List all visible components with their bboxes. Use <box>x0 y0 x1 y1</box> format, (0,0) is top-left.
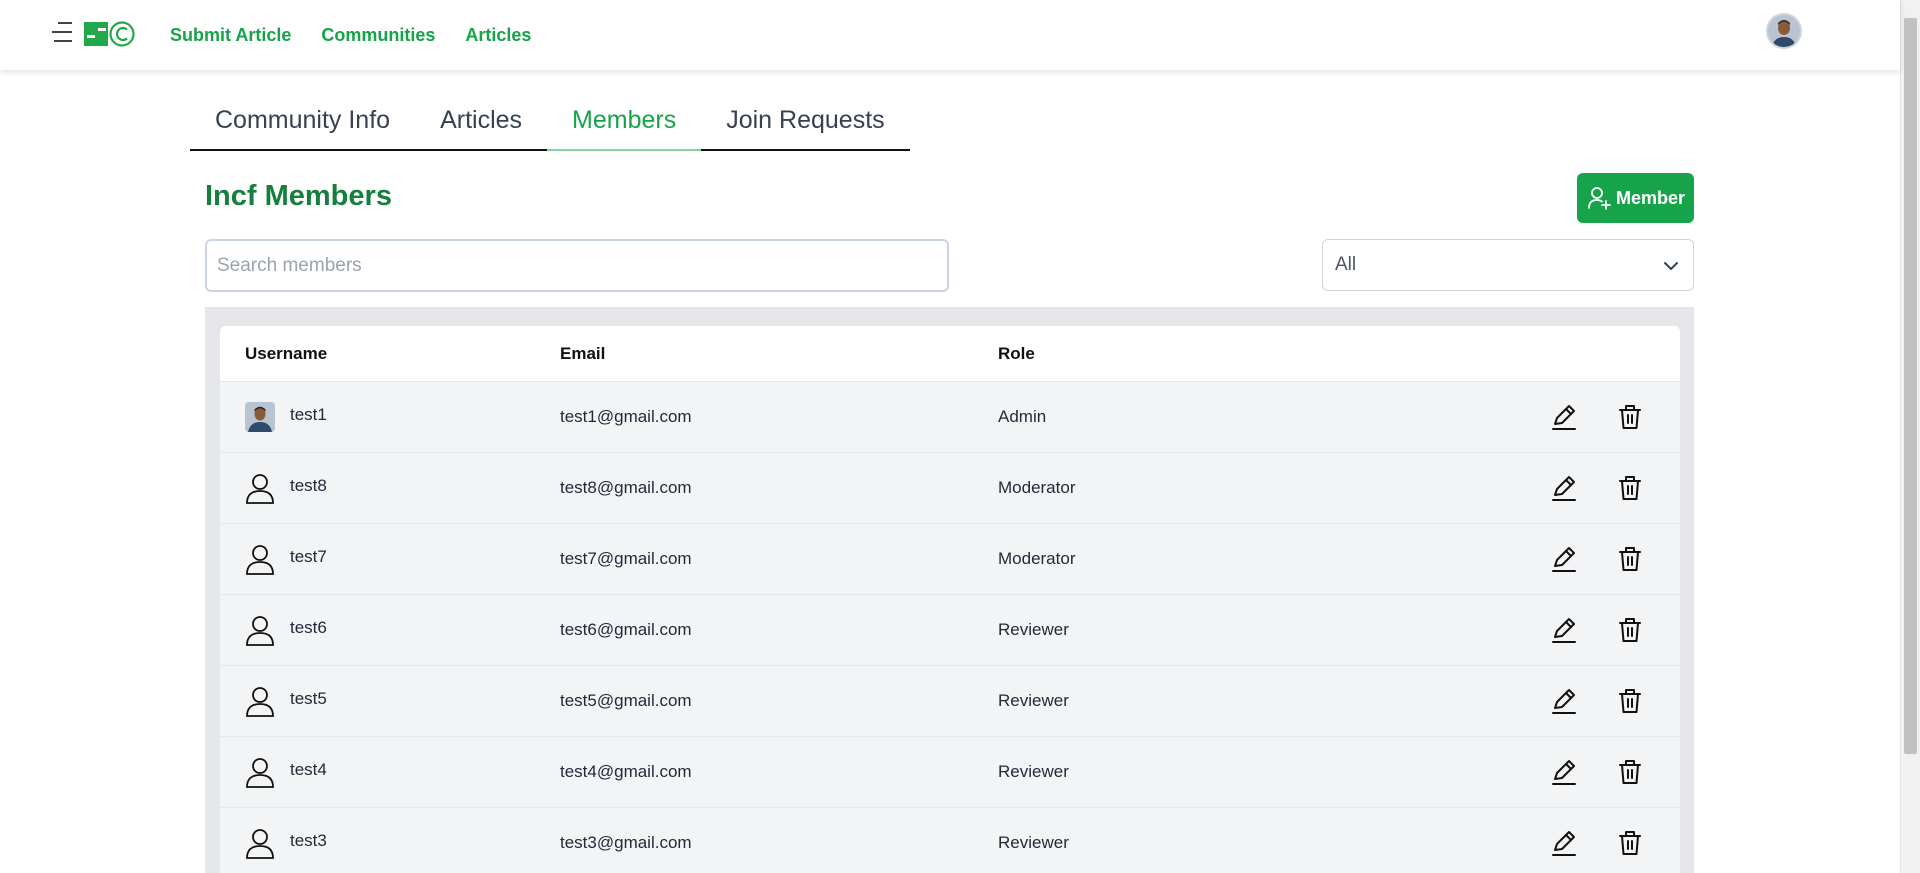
member-role: Moderator <box>998 478 1076 497</box>
edit-icon[interactable] <box>1550 474 1578 502</box>
member-email: test7@gmail.com <box>560 549 692 568</box>
table-row: test5 test5@gmail.com Reviewer <box>220 666 1680 737</box>
member-username: test4 <box>290 760 327 779</box>
member-username: test6 <box>290 618 327 637</box>
edit-icon[interactable] <box>1550 687 1578 715</box>
member-role: Reviewer <box>998 833 1069 852</box>
menu-icon[interactable] <box>52 22 72 46</box>
tab-join-requests[interactable]: Join Requests <box>701 96 910 151</box>
member-role: Reviewer <box>998 620 1069 639</box>
header-email: Email <box>560 343 606 363</box>
table-row: test4 test4@gmail.com Reviewer <box>220 737 1680 808</box>
role-filter-select[interactable]: All <box>1322 239 1694 291</box>
tab-articles[interactable]: Articles <box>415 96 548 151</box>
member-role: Reviewer <box>998 762 1069 781</box>
user-icon <box>246 545 274 575</box>
members-table-container: Username Email Role test1 test1@gmail.co… <box>205 307 1694 873</box>
table-row: test7 test7@gmail.com Moderator <box>220 524 1680 595</box>
page: Submit Article Communities Articles Comm… <box>0 0 1920 873</box>
nav-submit-article[interactable]: Submit Article <box>170 25 291 46</box>
member-role: Moderator <box>998 549 1076 568</box>
table-row: test3 test3@gmail.com Reviewer <box>220 808 1680 873</box>
top-navbar: Submit Article Communities Articles <box>0 0 1900 70</box>
member-username: test7 <box>290 547 327 566</box>
page-title: Incf Members <box>205 180 392 212</box>
add-member-button[interactable]: Member <box>1577 173 1694 223</box>
user-icon <box>246 758 274 788</box>
members-table: Username Email Role test1 test1@gmail.co… <box>220 326 1680 873</box>
nav-articles[interactable]: Articles <box>465 25 531 46</box>
add-user-icon <box>1588 187 1611 210</box>
scrollbar-thumb[interactable] <box>1904 18 1917 754</box>
user-avatar[interactable] <box>1766 13 1802 49</box>
delete-icon[interactable] <box>1616 403 1644 431</box>
community-tabs: Community Info Articles Members Join Req… <box>190 96 910 151</box>
header-username: Username <box>245 343 328 363</box>
delete-icon[interactable] <box>1616 545 1644 573</box>
member-email: test6@gmail.com <box>560 620 692 639</box>
edit-icon[interactable] <box>1550 545 1578 573</box>
user-icon <box>246 616 274 646</box>
role-filter-value: All <box>1335 254 1357 275</box>
header-role: Role <box>998 343 1035 363</box>
delete-icon[interactable] <box>1616 474 1644 502</box>
member-role: Reviewer <box>998 691 1069 710</box>
member-email: test3@gmail.com <box>560 833 692 852</box>
table-row: test8 test8@gmail.com Moderator <box>220 453 1680 524</box>
tab-members[interactable]: Members <box>547 96 702 151</box>
delete-icon[interactable] <box>1616 616 1644 644</box>
user-icon <box>246 687 274 717</box>
delete-icon[interactable] <box>1616 829 1644 857</box>
member-role: Admin <box>998 407 1047 426</box>
add-member-label: Member <box>1615 187 1686 208</box>
user-icon <box>246 474 274 504</box>
member-email: test4@gmail.com <box>560 762 692 781</box>
table-row: test6 test6@gmail.com Reviewer <box>220 595 1680 666</box>
member-email: test5@gmail.com <box>560 691 692 710</box>
nav-links: Submit Article Communities Articles <box>170 0 531 70</box>
member-username: test8 <box>290 476 327 495</box>
member-username: test1 <box>290 405 327 424</box>
edit-icon[interactable] <box>1550 829 1578 857</box>
edit-icon[interactable] <box>1550 403 1578 431</box>
member-username: test3 <box>290 831 327 850</box>
member-username: test5 <box>290 689 327 708</box>
user-icon <box>246 829 274 859</box>
search-input[interactable] <box>205 239 949 292</box>
member-email: test8@gmail.com <box>560 478 692 497</box>
member-avatar <box>245 402 275 432</box>
tab-community-info[interactable]: Community Info <box>190 96 416 151</box>
delete-icon[interactable] <box>1616 758 1644 786</box>
table-row: test1 test1@gmail.com Admin <box>220 382 1680 453</box>
page-scrollbar[interactable] <box>1900 0 1920 873</box>
table-header: Username Email Role <box>220 326 1680 382</box>
logo[interactable] <box>84 20 136 48</box>
chevron-down-icon <box>1664 262 1678 270</box>
delete-icon[interactable] <box>1616 687 1644 715</box>
nav-communities[interactable]: Communities <box>321 25 435 46</box>
edit-icon[interactable] <box>1550 758 1578 786</box>
member-email: test1@gmail.com <box>560 407 692 426</box>
edit-icon[interactable] <box>1550 616 1578 644</box>
